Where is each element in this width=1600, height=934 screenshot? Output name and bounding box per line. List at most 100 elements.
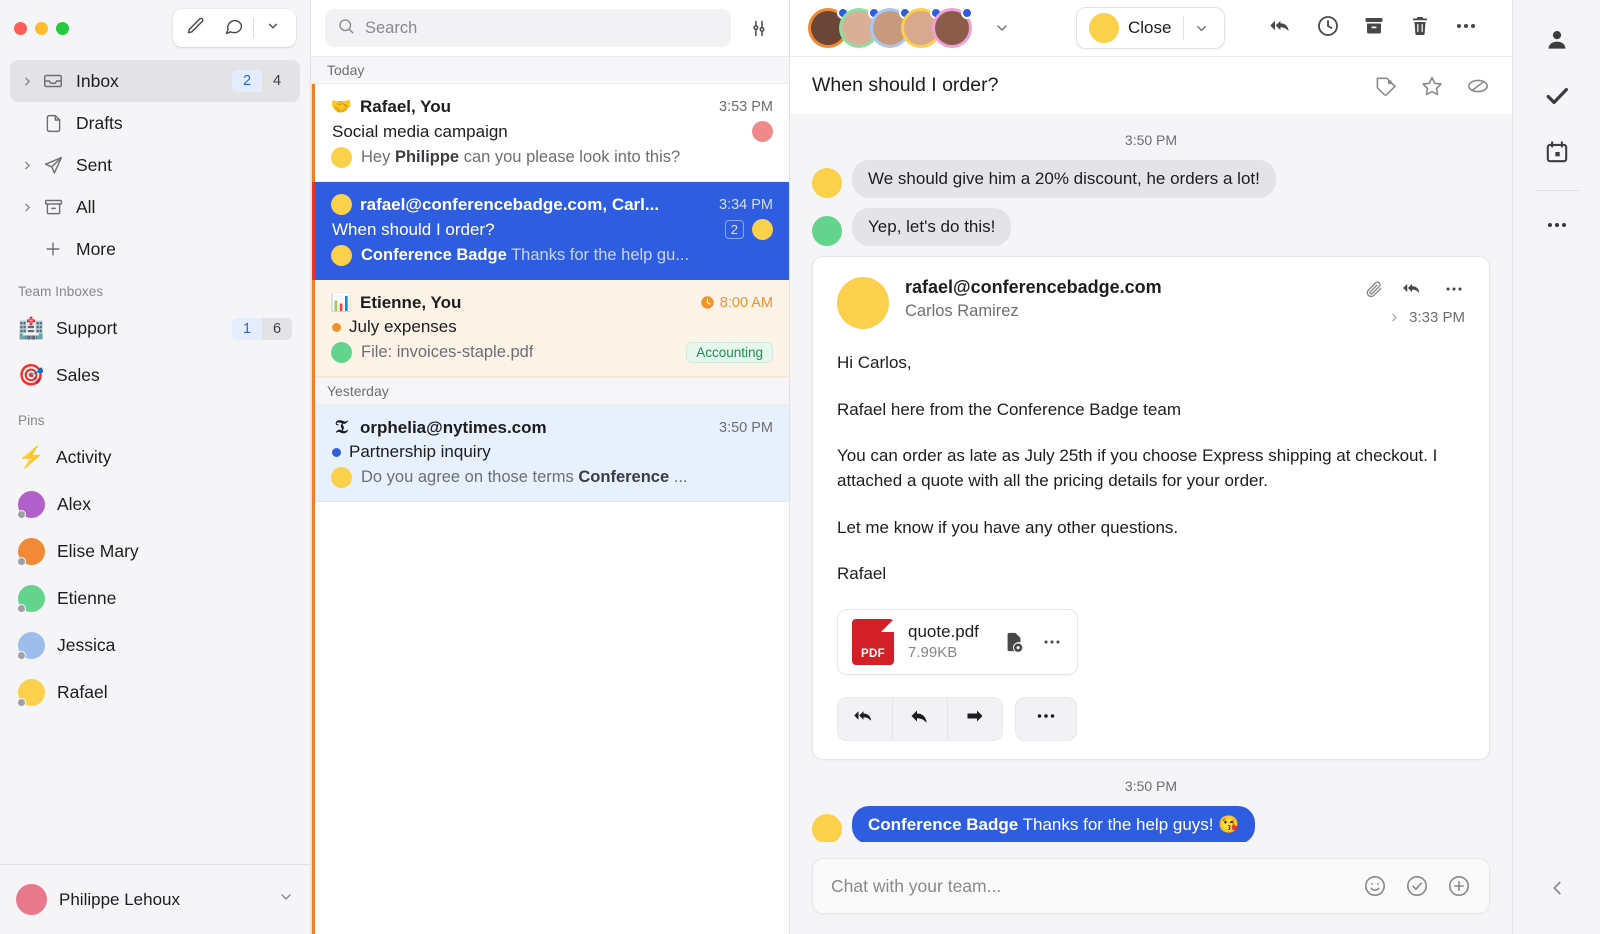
list-item-preview: Conference Badge Thanks for the help gu.… — [361, 246, 690, 264]
archive-button[interactable] — [1356, 7, 1392, 49]
chevron-right-icon[interactable] — [1388, 311, 1401, 324]
chevron-right-icon[interactable] — [18, 201, 36, 214]
star-icon[interactable] — [1420, 74, 1444, 98]
sidebar-item-more[interactable]: More — [10, 228, 300, 270]
chat-input[interactable]: Chat with your team... — [812, 858, 1490, 914]
list-item-header: 𝔗 orphelia@nytimes.com 3:50 PM — [331, 417, 773, 438]
list-item-preview: Hey Philippe can you please look into th… — [361, 148, 681, 166]
list-item-sender: orphelia@nytimes.com — [360, 417, 547, 437]
day-separator-today: Today — [311, 56, 789, 84]
compose-email-button[interactable] — [177, 11, 215, 45]
sidebar-item-activity[interactable]: ⚡ Activity — [0, 434, 310, 481]
message-thread: 3:50 PM We should give him a 20% discoun… — [790, 114, 1512, 842]
more-horizontal-icon[interactable] — [1041, 631, 1063, 653]
file-preview-icon[interactable] — [1003, 631, 1025, 653]
filter-sliders-icon[interactable] — [741, 11, 775, 45]
email-more-actions-button[interactable] — [1015, 696, 1077, 741]
participants-chevron-down-icon[interactable] — [994, 20, 1010, 36]
list-item-preview-row: File: invoices-staple.pdf Accounting — [331, 342, 773, 363]
sidebar-item-label: More — [76, 238, 116, 259]
sidebar-item-drafts[interactable]: Drafts — [10, 102, 300, 144]
reply-all-button[interactable] — [1263, 7, 1299, 49]
email-time: 3:33 PM — [1409, 309, 1465, 326]
team-inboxes-title: Team Inboxes — [18, 284, 104, 299]
eye-off-icon[interactable] — [1466, 74, 1490, 98]
forward-button[interactable] — [948, 698, 1002, 740]
avatar — [17, 538, 45, 566]
chevron-down-icon — [266, 19, 280, 38]
check-circle-icon[interactable] — [1405, 874, 1429, 898]
plus-icon — [38, 239, 68, 259]
current-user-button[interactable]: Philippe Lehoux — [0, 864, 310, 934]
app-window: Inbox 2 4 Drafts Sent All More Team Inbo… — [0, 0, 1600, 934]
list-item-sender: rafael@conferencebadge.com, Carl... — [360, 194, 660, 214]
compose-options-button[interactable] — [254, 11, 292, 45]
sidebar-item-support[interactable]: 🏥 Support 1 6 — [0, 305, 310, 352]
rail-more-button[interactable] — [1529, 199, 1585, 255]
paperclip-icon[interactable] — [1364, 279, 1384, 299]
search-input[interactable]: Search — [325, 9, 731, 47]
compose-group — [173, 9, 296, 47]
sidebar-item-sent[interactable]: Sent — [10, 144, 300, 186]
reply-all-button[interactable] — [838, 698, 892, 740]
person-icon — [1544, 27, 1570, 58]
sidebar-item-etienne[interactable]: Etienne — [0, 575, 310, 622]
sidebar-item-rafael[interactable]: Rafael — [0, 669, 310, 716]
handshake-emoji-icon: 🤝 — [330, 96, 353, 116]
sidebar-item-label: Alex — [57, 494, 92, 514]
reply-all-icon[interactable] — [1402, 277, 1425, 300]
sidebar-item-jessica[interactable]: Jessica — [0, 622, 310, 669]
list-item-subject: When should I order? — [332, 219, 495, 239]
maximize-window-button[interactable] — [56, 21, 69, 35]
emoji-smile-icon[interactable] — [1363, 874, 1387, 898]
presence-indicator — [17, 510, 26, 519]
tag-icon[interactable] — [1374, 74, 1398, 98]
presence-indicator — [17, 557, 26, 566]
archive-icon — [38, 197, 68, 218]
close-window-button[interactable] — [14, 21, 27, 35]
snooze-button[interactable] — [1310, 7, 1346, 49]
minimize-window-button[interactable] — [35, 21, 48, 35]
participant-avatars[interactable] — [808, 7, 973, 48]
chevron-right-icon[interactable] — [18, 75, 36, 88]
sidebar-item-label: Activity — [56, 447, 112, 467]
primary-nav: Inbox 2 4 Drafts Sent All More — [0, 56, 310, 270]
chat-bubble: Conference Badge Thanks for the help guy… — [852, 805, 1256, 842]
plus-circle-icon[interactable] — [1447, 874, 1471, 898]
list-item[interactable]: 📊 Etienne, You 8:00 AM July expenses Fil… — [311, 280, 789, 934]
delete-button[interactable] — [1402, 7, 1438, 49]
calendar-panel-button[interactable] — [1529, 126, 1585, 182]
chevron-down-icon[interactable] — [278, 889, 294, 910]
more-horizontal-icon — [1544, 212, 1570, 243]
sidebar-item-alex[interactable]: Alex — [0, 481, 310, 528]
avatar — [1089, 13, 1119, 43]
main-toolbar: Close — [790, 0, 1512, 56]
list-item[interactable]: rafael@conferencebadge.com, Carl... 3:34… — [311, 182, 789, 934]
compose-chat-button[interactable] — [215, 11, 253, 45]
list-item[interactable]: 🤝 Rafael, You 3:53 PM Social media campa… — [311, 84, 789, 934]
attachment-item[interactable]: PDF quote.pdf 7.99KB — [837, 608, 1078, 675]
list-item[interactable]: 𝔗 orphelia@nytimes.com 3:50 PM Partnersh… — [311, 405, 789, 934]
reply-button[interactable] — [893, 698, 947, 740]
close-conversation-button[interactable]: Close — [1076, 7, 1226, 49]
list-item-header: rafael@conferencebadge.com, Carl... 3:34… — [331, 194, 773, 215]
chevron-right-icon[interactable] — [18, 159, 36, 172]
collapse-rail-button[interactable] — [1529, 862, 1585, 918]
more-options-button[interactable] — [1448, 7, 1484, 49]
close-options-chevron-down-icon[interactable] — [1184, 21, 1218, 36]
sidebar-item-all[interactable]: All — [10, 186, 300, 228]
calendar-icon — [1544, 139, 1570, 170]
more-horizontal-icon[interactable] — [1443, 278, 1465, 300]
sidebar-item-label: Inbox — [76, 70, 119, 91]
list-item-time: 8:00 AM — [700, 295, 773, 311]
page-title: When should I order? — [812, 74, 999, 96]
chevron-left-icon — [1546, 877, 1568, 904]
email-message-card[interactable]: rafael@conferencebadge.com Carlos Ramire… — [812, 256, 1490, 760]
sidebar-item-elise-mary[interactable]: Elise Mary — [0, 528, 310, 575]
sidebar-item-inbox[interactable]: Inbox 2 4 — [10, 60, 300, 102]
avatar — [17, 585, 45, 613]
tasks-panel-button[interactable] — [1529, 70, 1585, 126]
search-placeholder: Search — [365, 18, 418, 37]
contact-panel-button[interactable] — [1529, 14, 1585, 70]
sidebar-item-sales[interactable]: 🎯 Sales — [0, 352, 310, 399]
